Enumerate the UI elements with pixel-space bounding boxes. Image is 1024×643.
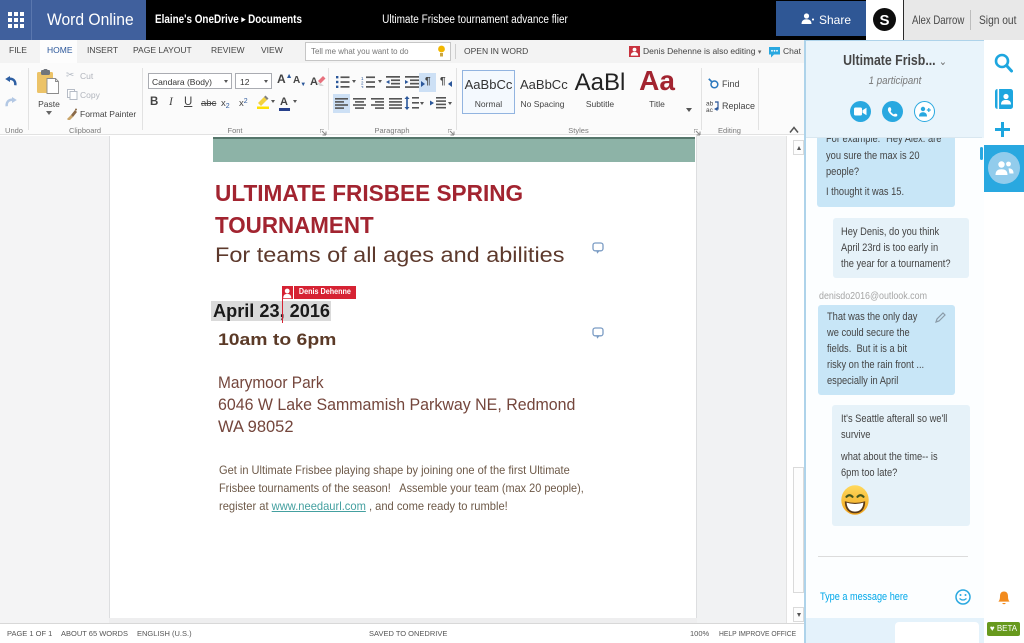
svg-text:ac: ac (706, 107, 714, 112)
svg-text:3: 3 (361, 85, 364, 88)
svg-text:A: A (310, 76, 318, 88)
svg-text:S: S (879, 12, 889, 29)
